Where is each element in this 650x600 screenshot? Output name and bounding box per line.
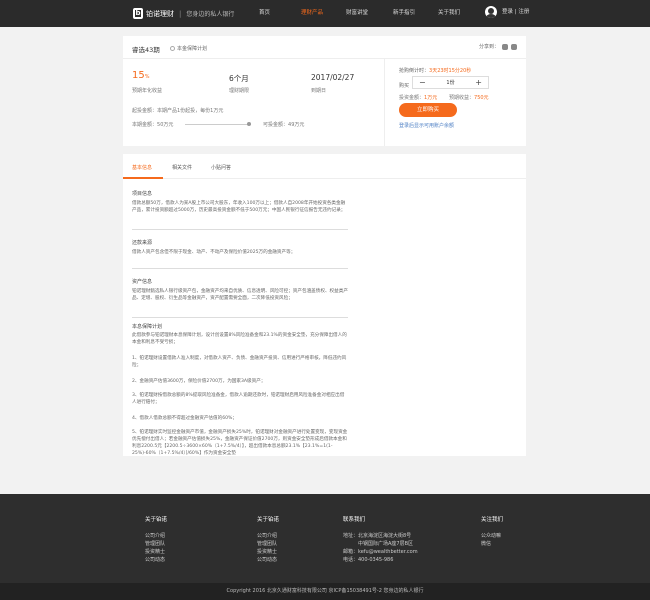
section-text: 借款人资产包含但不限于现金、动产、不动产及保险价值2025万的金融资产等； bbox=[132, 250, 296, 255]
weibo-icon[interactable] bbox=[502, 43, 508, 50]
brand-b-icon: b bbox=[133, 8, 143, 19]
avatar[interactable] bbox=[485, 6, 497, 18]
plan-text: 本金保障计划 bbox=[177, 46, 208, 52]
footer-address: 地址：北京海淀区海淀大街8号 bbox=[343, 533, 412, 539]
divider-vertical bbox=[384, 59, 385, 146]
active-tab-underline bbox=[123, 177, 163, 179]
login-register-link[interactable]: 登录 | 注册 bbox=[502, 0, 529, 25]
section-text: 4、借款人借款总额不得超过金融资产估值的60%； bbox=[132, 416, 238, 421]
plus-icon[interactable]: + bbox=[475, 78, 482, 87]
divider bbox=[123, 58, 526, 59]
due-date-label: 到期日 bbox=[311, 88, 327, 94]
total-label: 本期金额： bbox=[132, 122, 158, 128]
total-value: 50万元 bbox=[157, 122, 174, 128]
progress-bar bbox=[185, 122, 251, 126]
tab-bar: 基本信息 相关文件 小贴问答 bbox=[123, 154, 526, 179]
investment-label: 投资金额： bbox=[399, 95, 425, 101]
available-value: 49万元 bbox=[288, 122, 305, 128]
product-card: 睿选43期 本金保障计划 分享到： 15% 预期年化收益 6个月 理财期限 20… bbox=[123, 36, 526, 146]
section-text: 借款总额50万，借款人为某A股上市公司大股东，年收入100万以上；借款人自200… bbox=[132, 201, 346, 213]
share-label: 分享到： bbox=[478, 44, 499, 50]
min-investment-note: 起投金额：本期产品1份起投，每份1万元 bbox=[132, 108, 224, 114]
section-text: 铂诺理财甄选私人银行级资产包，金融资产均来自优质、信息透明、风险可控；资产包涵盖… bbox=[132, 289, 348, 301]
quantity-stepper[interactable]: − 1份 + bbox=[412, 76, 489, 89]
available-amount: 可投金额：49万元 bbox=[263, 121, 304, 128]
footer-follow-heading: 关注我们 bbox=[481, 517, 504, 523]
rate-value: 15 bbox=[132, 70, 145, 81]
footer: 关于铂诺 公司介绍 管理团队 投资精士 公司动态 关于铂诺 公司介绍 管理团队 … bbox=[0, 494, 650, 600]
footer-about2-heading: 关于铂诺 bbox=[257, 517, 280, 523]
expected-value: 750元 bbox=[474, 95, 489, 101]
nav-products[interactable]: 理财产品 bbox=[301, 0, 323, 27]
term-label: 理财期限 bbox=[229, 88, 250, 94]
top-bar: b 铂诺理财 | 您身边的私人银行 首页 理财产品 财富讲堂 新手指引 关于我们… bbox=[0, 0, 650, 27]
countdown-label: 抢购倒计时： bbox=[399, 68, 430, 74]
buy-label: 购买 bbox=[399, 83, 410, 89]
footer-follow-link[interactable]: 微信 bbox=[481, 540, 491, 547]
logo[interactable]: b 铂诺理财 | 您身边的私人银行 bbox=[133, 8, 234, 19]
brand-separator: | bbox=[179, 9, 182, 18]
product-title: 睿选43期 bbox=[132, 46, 160, 54]
footer-link[interactable]: 投资精士 bbox=[145, 548, 165, 555]
section-divider bbox=[132, 229, 348, 230]
countdown: 抢购倒计时：3天23时15分20秒 bbox=[399, 67, 471, 74]
minus-icon[interactable]: − bbox=[419, 78, 426, 87]
total-amount: 本期金额：50万元 bbox=[132, 121, 173, 128]
tab-documents[interactable]: 相关文件 bbox=[172, 164, 192, 171]
section-heading: 项目信息 bbox=[132, 191, 153, 197]
footer-link[interactable]: 投资精士 bbox=[257, 548, 277, 555]
login-balance-link[interactable]: 登录后显示可用账户余额 bbox=[399, 122, 454, 129]
section-heading: 资产信息 bbox=[132, 279, 153, 285]
tab-qa[interactable]: 小贴问答 bbox=[211, 164, 231, 171]
footer-link[interactable]: 管理团队 bbox=[257, 540, 277, 547]
expected-label: 预期收益： bbox=[449, 95, 475, 101]
expected-rate: 15% bbox=[132, 70, 150, 81]
footer-address-2: 中钢国际广场A座7层B区 bbox=[358, 541, 414, 547]
footer-link[interactable]: 管理团队 bbox=[145, 540, 165, 547]
share-area: 分享到： bbox=[479, 43, 517, 50]
wechat-icon[interactable] bbox=[511, 43, 517, 50]
investment-value: 1万元 bbox=[424, 95, 438, 101]
footer-link[interactable]: 公司介绍 bbox=[257, 532, 277, 539]
nav-lectures[interactable]: 财富讲堂 bbox=[346, 0, 368, 27]
tab-basic-info[interactable]: 基本信息 bbox=[132, 164, 152, 171]
footer-link[interactable]: 公司动态 bbox=[145, 556, 165, 563]
footer-link[interactable]: 公司动态 bbox=[257, 556, 277, 563]
footer-follow-link[interactable]: 公众动嘛 bbox=[481, 532, 501, 539]
buy-now-button[interactable]: 立即购买 bbox=[399, 103, 457, 117]
copyright: Copyright 2016 北京久通财富科技有限公司 京ICP备1503849… bbox=[0, 583, 650, 600]
section-heading: 还款来源 bbox=[132, 240, 153, 246]
footer-contact-heading: 联系我们 bbox=[343, 517, 366, 523]
investment-amount: 投资金额：1万元 bbox=[399, 94, 437, 101]
available-label: 可投金额： bbox=[263, 122, 289, 128]
rate-label: 预期年化收益 bbox=[132, 88, 163, 94]
section-divider bbox=[132, 268, 348, 269]
shield-icon bbox=[170, 46, 175, 51]
expected-income: 预期收益：750元 bbox=[449, 94, 489, 101]
nav-guide[interactable]: 新手指引 bbox=[393, 0, 415, 27]
section-text: 2、金融资产估值3600万，保险价值2700万，为国家3A级资产； bbox=[132, 379, 266, 384]
brand-name: 铂诺理财 bbox=[146, 9, 174, 18]
section-text: 5、铂诺理财实时监控金融资产市值，金融资产损失25%时，铂诺理财对金融资产进行处… bbox=[132, 430, 348, 456]
nav-home[interactable]: 首页 bbox=[259, 0, 270, 27]
section-divider bbox=[132, 317, 348, 318]
due-date-value: 2017/02/27 bbox=[311, 73, 355, 82]
rate-unit: % bbox=[144, 74, 150, 80]
footer-phone: 电话：400-0345-986 bbox=[343, 557, 394, 563]
term-value: 6个月 bbox=[229, 74, 249, 83]
countdown-value: 3天23时15分20秒 bbox=[429, 68, 472, 74]
quantity-value[interactable]: 1份 bbox=[446, 79, 454, 86]
section-text: 1、铂诺理财设置借款人准入制度，对借款人资产、负债、金融资产投资、信用进行严格审… bbox=[132, 356, 347, 368]
section-text: 3、铂诺理财按借款总额的8%提取风险准备金，借款人逾期还款时，铂诺理财启用风险准… bbox=[132, 393, 345, 405]
section-heading: 本息保障计划 bbox=[132, 324, 163, 330]
plan-label: 本金保障计划 bbox=[170, 45, 207, 52]
detail-card: 基本信息 相关文件 小贴问答 项目信息 借款总额50万，借款人为某A股上市公司大… bbox=[123, 154, 526, 456]
brand-slogan: 您身边的私人银行 bbox=[186, 11, 235, 18]
footer-about-heading: 关于铂诺 bbox=[145, 517, 168, 523]
section-text: 此借款参与铂诺理财本息保障计划，设计创设置8%风险准备金和23.1%的资金安全垫… bbox=[132, 333, 347, 345]
footer-email: 邮箱：kefu@wealthbetter.com bbox=[343, 549, 418, 555]
footer-link[interactable]: 公司介绍 bbox=[145, 532, 165, 539]
nav-about[interactable]: 关于我们 bbox=[438, 0, 460, 27]
